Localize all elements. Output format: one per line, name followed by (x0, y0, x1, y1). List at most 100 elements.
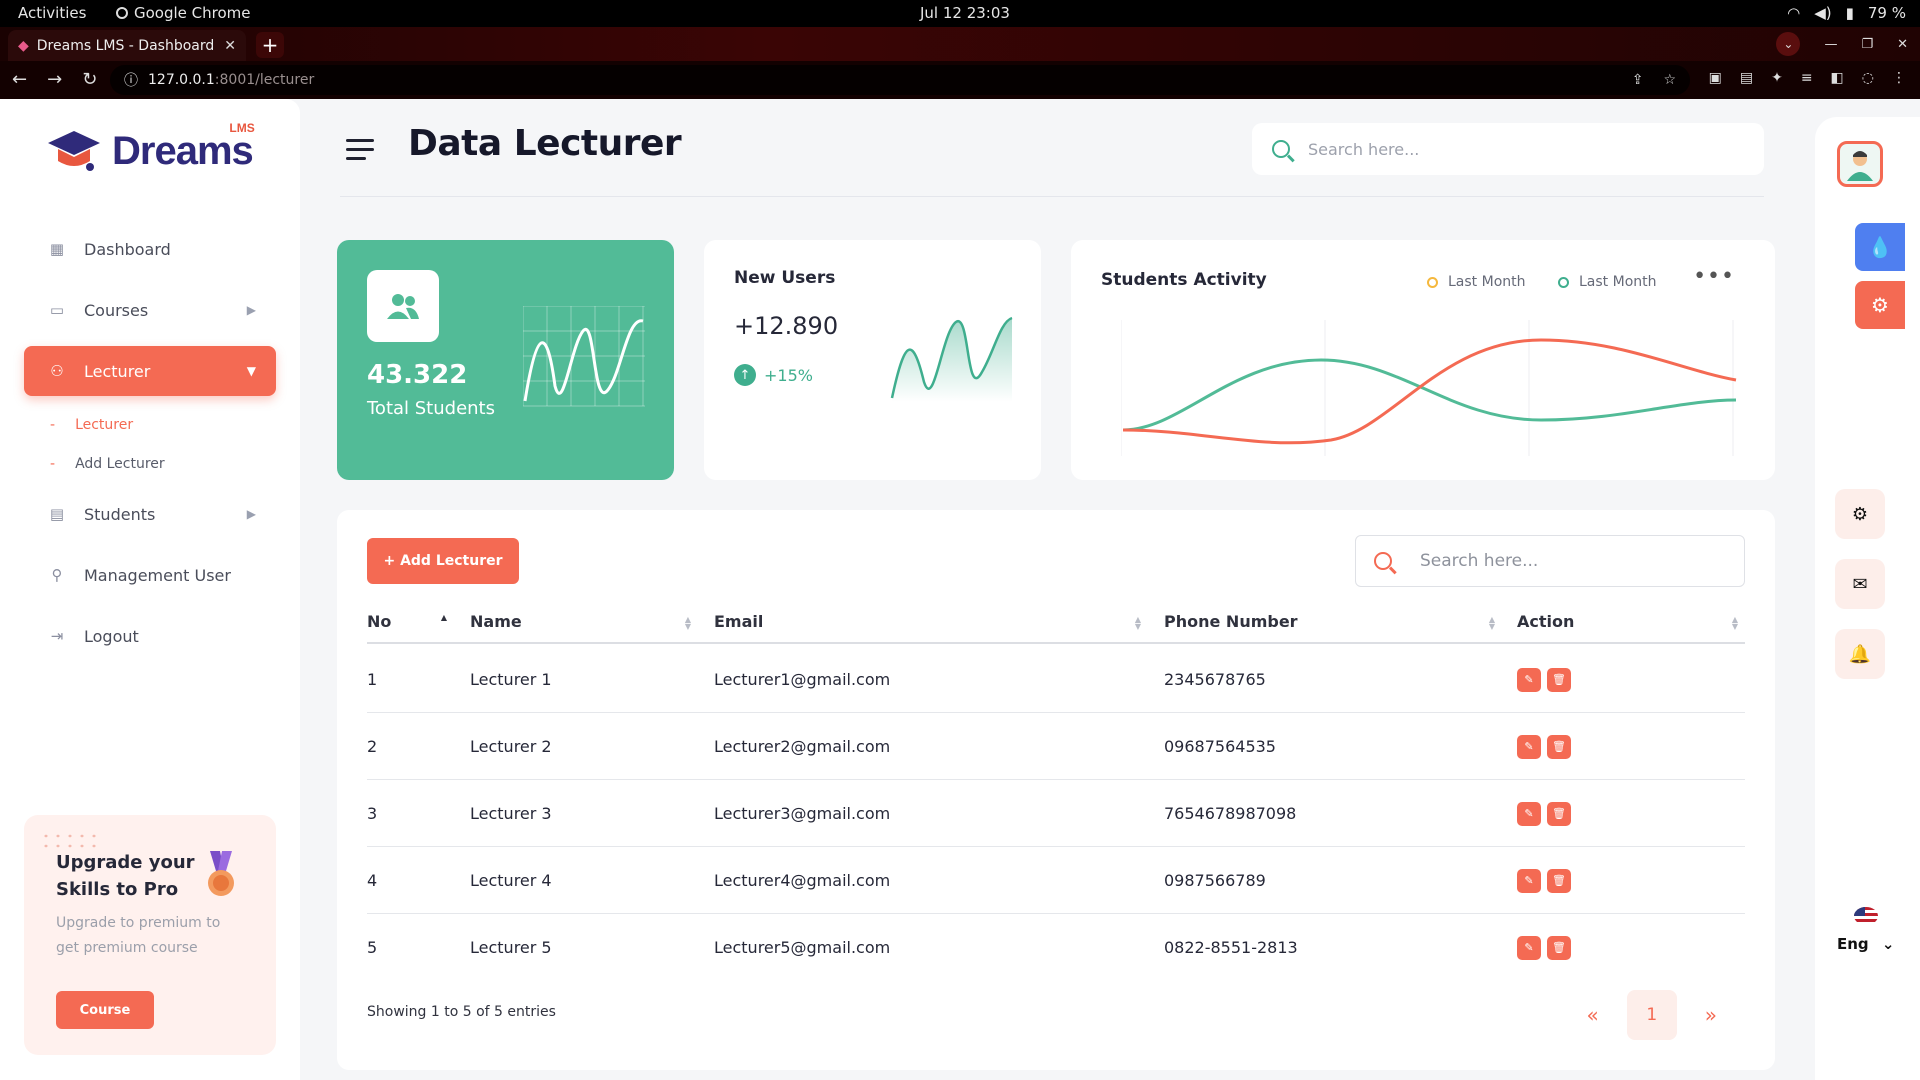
reading-list-icon[interactable]: ≡ (1801, 70, 1813, 86)
course-button[interactable]: Course (56, 991, 154, 1029)
system-tray[interactable]: ◠ ◀) ▮ 79 % (1787, 4, 1906, 22)
language-selector[interactable]: Eng ⌄ (1837, 907, 1894, 953)
arrow-up-icon: ↑ (734, 364, 756, 386)
students-activity-card: Students Activity Last Month Last Month … (1071, 240, 1775, 480)
logo-badge: LMS (229, 120, 255, 135)
sidebar-item-logout[interactable]: ⇥ Logout (24, 611, 276, 661)
back-icon[interactable]: ← (12, 69, 27, 90)
header-search-input[interactable]: Search here... (1308, 140, 1419, 159)
more-options-icon[interactable]: ••• (1693, 264, 1735, 289)
upgrade-title: Upgrade your Skills to Pro (56, 852, 195, 900)
edit-icon[interactable]: ✎ (1517, 935, 1541, 960)
sort-icon[interactable]: ▲ ▼ (1487, 616, 1497, 631)
extension-icon[interactable]: ▣ (1709, 70, 1722, 86)
delete-icon[interactable]: 🗑 (1547, 801, 1571, 826)
logo[interactable]: Dreams LMS (46, 121, 255, 175)
legend-label: Last Month (1448, 274, 1526, 290)
translate-icon[interactable]: ▤ (1740, 70, 1753, 86)
address-bar[interactable]: ⓘ 127.0.0.1:8001/lecturer ⇪ ☆ (110, 65, 1690, 95)
app-menu[interactable]: Google Chrome (116, 4, 251, 22)
next-page-button[interactable]: » (1705, 1003, 1717, 1027)
profile-icon[interactable]: ◌ (1862, 70, 1874, 86)
sidebar-item-students[interactable]: ▤ Students ▶ (24, 489, 276, 539)
avatar[interactable] (1837, 141, 1883, 187)
sort-asc-icon[interactable]: ▲ (439, 614, 449, 622)
kebab-menu-icon[interactable]: ⋮ (1892, 70, 1906, 86)
lecturer-table-card: + Add Lecturer Search here... No ▲ Name … (337, 510, 1775, 1070)
sidebar-item-lecturer[interactable]: ⚇ Lecturer ▼ (24, 346, 276, 396)
cell-email: Lecturer2@gmail.com (714, 737, 891, 756)
puzzle-icon[interactable]: ✦ (1771, 70, 1783, 86)
minimize-icon[interactable]: — (1824, 37, 1837, 52)
cell-name: Lecturer 2 (470, 737, 552, 756)
share-icon[interactable]: ⇪ (1632, 72, 1644, 88)
chevron-right-icon: ▶ (246, 303, 256, 317)
new-tab-button[interactable]: + (256, 32, 284, 58)
table-search-input[interactable]: Search here... (1420, 551, 1538, 571)
browser-tab[interactable]: ◆ Dreams LMS - Dashboard ✕ (8, 30, 246, 61)
delete-icon[interactable]: 🗑 (1547, 935, 1571, 960)
side-panel-icon[interactable]: ◧ (1831, 70, 1844, 86)
clock[interactable]: Jul 12 23:03 (920, 4, 1010, 22)
hamburger-menu-icon[interactable] (346, 139, 374, 160)
close-window-icon[interactable]: ✕ (1897, 37, 1908, 52)
edit-icon[interactable]: ✎ (1517, 667, 1541, 692)
delete-icon[interactable]: 🗑 (1547, 868, 1571, 893)
sidebar-item-courses[interactable]: ▭ Courses ▶ (24, 285, 276, 335)
delete-icon[interactable]: 🗑 (1547, 734, 1571, 759)
nav-buttons: ← → ↻ (12, 69, 97, 90)
legend-item[interactable]: Last Month (1427, 274, 1526, 290)
column-header-action[interactable]: Action (1517, 598, 1574, 644)
edit-icon[interactable]: ✎ (1517, 734, 1541, 759)
header-search[interactable]: Search here... (1252, 123, 1764, 175)
theme-color-button[interactable]: 💧 (1855, 223, 1905, 271)
settings-panel-button[interactable]: ⚙ (1855, 281, 1905, 329)
column-header-email[interactable]: Email (714, 598, 763, 644)
notifications-button[interactable]: 🔔 (1835, 629, 1885, 679)
sort-icon[interactable]: ▲ ▼ (1730, 616, 1740, 631)
submenu-item-lecturer[interactable]: - Lecturer (50, 405, 276, 444)
column-header-no[interactable]: No (367, 598, 391, 644)
favicon-icon: ◆ (18, 37, 29, 54)
sidebar-item-label: Management User (84, 565, 231, 585)
info-icon[interactable]: ⓘ (124, 70, 138, 90)
settings-button[interactable]: ⚙ (1835, 489, 1885, 539)
bookmark-star-icon[interactable]: ☆ (1663, 72, 1676, 88)
legend-label: Last Month (1579, 274, 1657, 290)
activities-button[interactable]: Activities (18, 4, 86, 22)
sidebar-item-dashboard[interactable]: ▦ Dashboard (24, 224, 276, 274)
tab-search-icon[interactable]: ⌄ (1776, 32, 1801, 56)
chevron-down-icon: ▼ (246, 364, 256, 378)
messages-button[interactable]: ✉ (1835, 559, 1885, 609)
logout-icon: ⇥ (50, 627, 64, 645)
sidebar-item-label: Courses (84, 300, 149, 320)
total-students-value: 43.322 (367, 360, 468, 390)
sort-icon[interactable]: ▲ ▼ (1133, 616, 1143, 631)
legend-dot-icon (1427, 276, 1438, 288)
url-host: 127.0.0.1 (148, 72, 215, 88)
add-lecturer-button[interactable]: + Add Lecturer (367, 538, 519, 584)
maximize-icon[interactable]: ❐ (1861, 37, 1873, 52)
page-1-button[interactable]: 1 (1626, 990, 1677, 1040)
reload-icon[interactable]: ↻ (82, 69, 97, 90)
sidebar-item-management-user[interactable]: ⚲ Management User (24, 550, 276, 600)
prev-page-button[interactable]: « (1587, 1003, 1599, 1027)
column-label: No (367, 611, 392, 631)
delete-icon[interactable]: 🗑 (1547, 667, 1571, 692)
legend-item[interactable]: Last Month (1558, 274, 1657, 290)
edit-icon[interactable]: ✎ (1517, 801, 1541, 826)
column-header-phone[interactable]: Phone Number (1164, 598, 1298, 644)
mail-icon: ✉ (1852, 573, 1868, 595)
volume-icon: ◀) (1814, 4, 1832, 22)
table-search[interactable]: Search here... (1355, 535, 1745, 587)
edit-icon[interactable]: ✎ (1517, 868, 1541, 893)
sort-icon[interactable]: ▲ ▼ (683, 616, 693, 631)
tab-title: Dreams LMS - Dashboard (36, 37, 215, 54)
forward-icon[interactable]: → (47, 69, 62, 90)
cell-email: Lecturer4@gmail.com (714, 871, 891, 890)
submenu-item-add-lecturer[interactable]: - Add Lecturer (50, 444, 276, 483)
column-header-name[interactable]: Name (470, 598, 522, 644)
extensions-area: ▣ ▤ ✦ ≡ ◧ ◌ ⋮ (1709, 70, 1906, 86)
cell-no: 2 (367, 737, 378, 756)
close-tab-icon[interactable]: ✕ (224, 38, 236, 54)
